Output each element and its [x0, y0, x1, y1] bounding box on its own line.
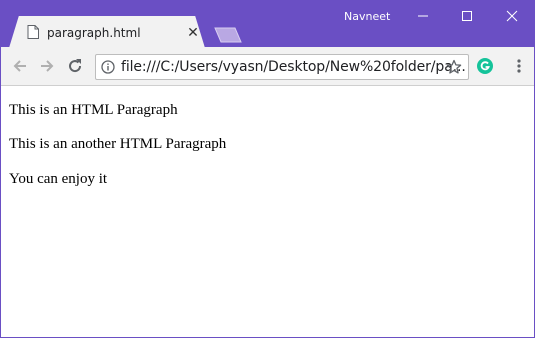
- bookmark-star-icon[interactable]: [446, 59, 462, 75]
- back-button[interactable]: [10, 56, 30, 76]
- close-icon: [506, 10, 518, 22]
- back-arrow-icon: [13, 60, 26, 72]
- tab-paragraph[interactable]: paragraph.html ✕: [9, 16, 205, 48]
- grammarly-extension-icon[interactable]: [477, 58, 493, 74]
- profile-name[interactable]: Navneet: [344, 10, 390, 23]
- page-icon: [27, 25, 39, 39]
- close-button[interactable]: [490, 1, 534, 31]
- paragraph-1: This is an HTML Paragraph: [9, 102, 178, 118]
- reload-icon: [69, 59, 82, 73]
- minimize-icon: [418, 15, 428, 17]
- page-content: This is an HTML Paragraph This is an ano…: [1, 86, 534, 337]
- maximize-button[interactable]: [445, 1, 489, 31]
- browser-toolbar: file:///C:/Users/vyasn/Desktop/New%20fol…: [1, 47, 534, 86]
- forward-arrow-icon: [41, 60, 54, 72]
- address-bar[interactable]: file:///C:/Users/vyasn/Desktop/New%20fol…: [95, 54, 469, 80]
- paragraph-2: This is an another HTML Paragraph: [9, 136, 227, 152]
- reload-button[interactable]: [65, 56, 85, 76]
- maximize-icon: [462, 11, 472, 21]
- tab-title: paragraph.html: [47, 26, 141, 40]
- paragraph-3: You can enjoy it: [9, 171, 108, 187]
- url-text[interactable]: file:///C:/Users/vyasn/Desktop/New%20fol…: [121, 59, 466, 75]
- browser-window: paragraph.html ✕ Navneet file:///C:/User…: [0, 0, 535, 338]
- info-icon[interactable]: [101, 60, 115, 74]
- forward-button[interactable]: [37, 56, 57, 76]
- minimize-button[interactable]: [401, 1, 445, 31]
- tab-close-icon[interactable]: ✕: [185, 24, 201, 40]
- title-bar: paragraph.html ✕ Navneet: [1, 1, 534, 48]
- menu-dots-icon[interactable]: [511, 58, 527, 74]
- new-tab-button[interactable]: [213, 27, 243, 43]
